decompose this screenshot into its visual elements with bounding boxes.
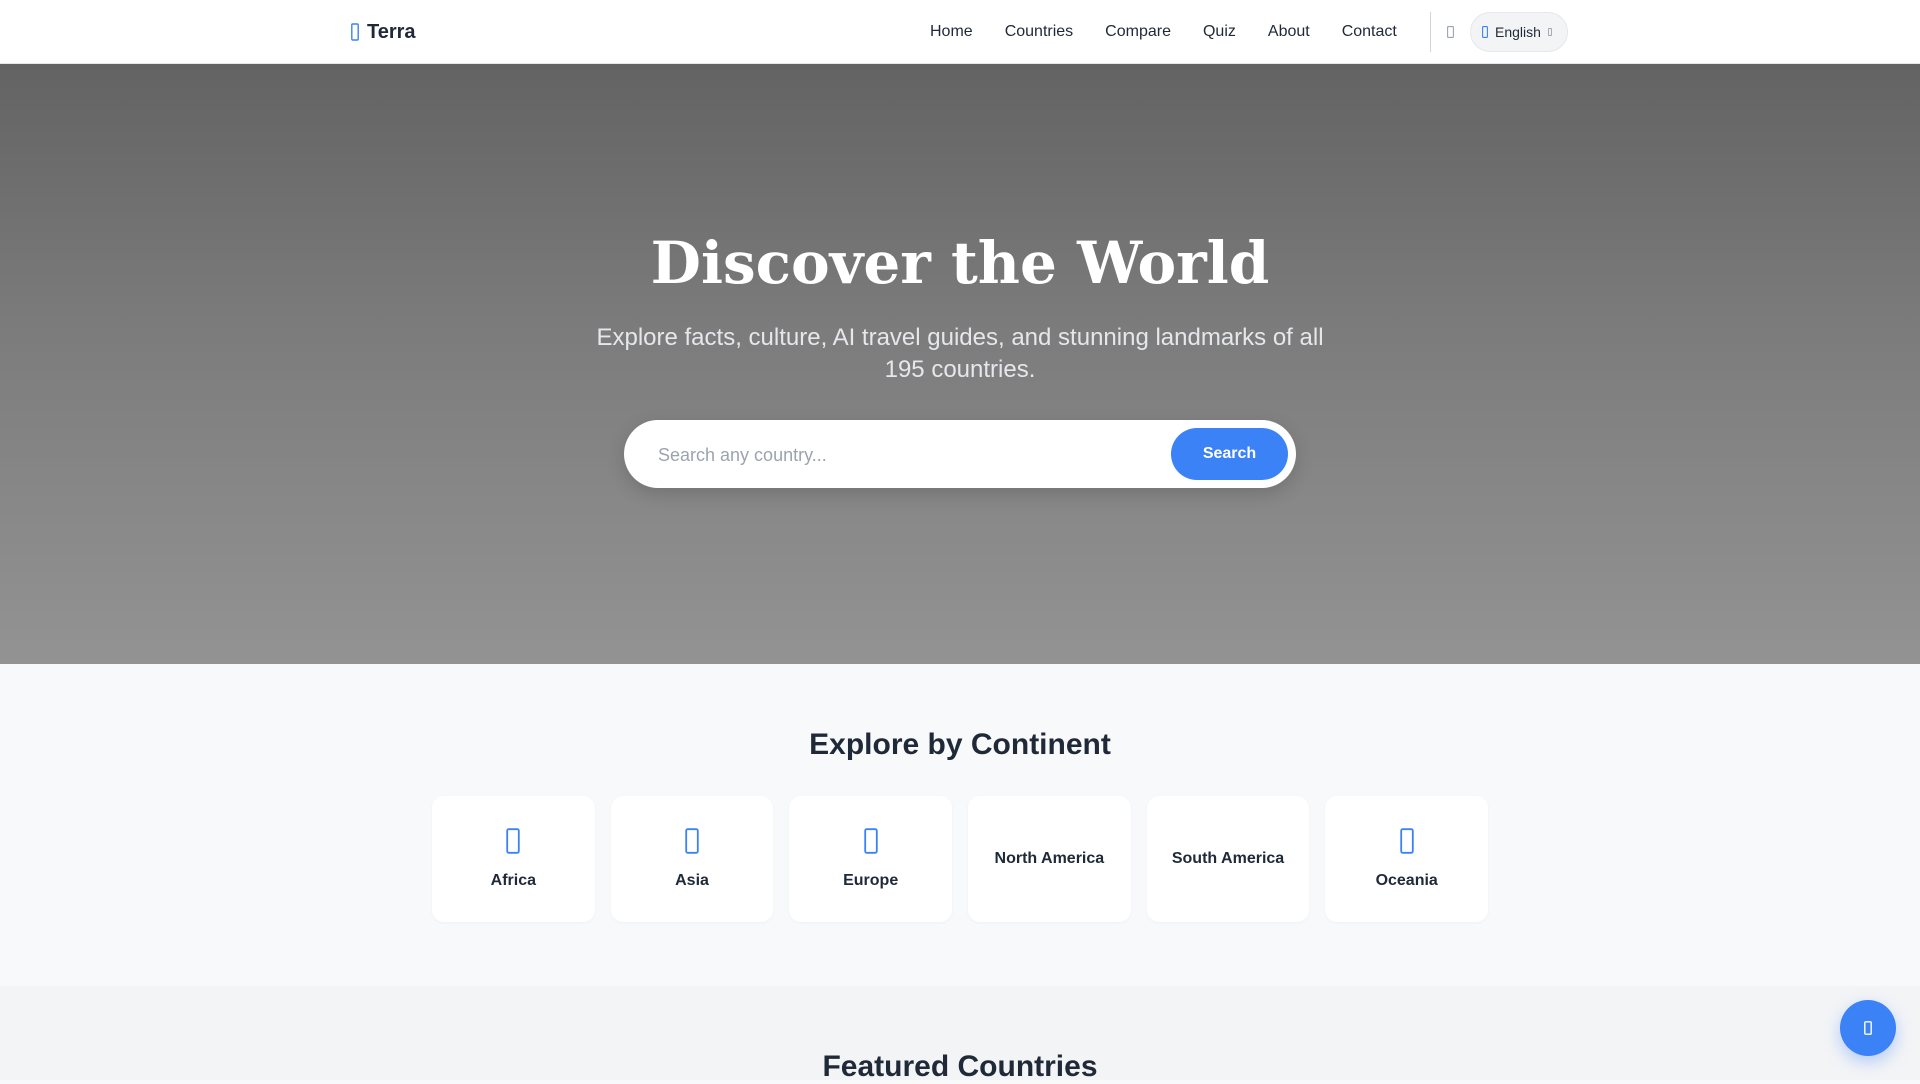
language-select[interactable]: English xyxy=(1470,12,1568,52)
brand-logo[interactable]: Terra xyxy=(351,20,416,44)
continent-card-south-america[interactable]: South America xyxy=(1146,796,1310,922)
continent-card-asia[interactable]: Asia xyxy=(610,796,774,922)
hero-subtitle: Explore facts, culture, AI travel guides… xyxy=(596,324,1324,383)
nav-divider xyxy=(1430,12,1431,52)
continent-label: Oceania xyxy=(1375,872,1438,889)
globe-icon xyxy=(506,828,521,854)
continent-label: North America xyxy=(994,850,1105,867)
nav-link-countries[interactable]: Countries xyxy=(1005,20,1073,44)
globe-icon xyxy=(1482,26,1488,38)
nav-link-contact[interactable]: Contact xyxy=(1342,20,1397,44)
featured-title: Featured Countries xyxy=(822,1050,1098,1083)
continent-label: Europe xyxy=(843,872,899,889)
continent-label: Africa xyxy=(490,872,537,889)
nav-link-home[interactable]: Home xyxy=(930,20,973,44)
continent-cards: Africa Asia Europe North America South A… xyxy=(432,796,1489,922)
continent-label: Asia xyxy=(675,872,709,889)
nav-link-about[interactable]: About xyxy=(1268,20,1310,44)
globe-icon xyxy=(863,828,878,854)
featured-section: Featured Countries xyxy=(0,986,1920,1083)
navbar: Terra Home Countries Compare Quiz About … xyxy=(0,0,1920,64)
chevron-down-icon xyxy=(1547,28,1552,36)
continents-title: Explore by Continent xyxy=(809,728,1111,761)
nav-link-compare[interactable]: Compare xyxy=(1105,20,1171,44)
search-button[interactable]: Search xyxy=(1171,428,1288,480)
continent-card-oceania[interactable]: Oceania xyxy=(1325,796,1489,922)
theme-toggle-button[interactable] xyxy=(1443,22,1457,42)
search-bar: Search xyxy=(624,420,1296,490)
continent-card-europe[interactable]: Europe xyxy=(789,796,953,922)
brand-name: Terra xyxy=(367,20,416,43)
continent-label: South America xyxy=(1171,850,1285,867)
globe-icon xyxy=(685,828,699,854)
continent-card-africa[interactable]: Africa xyxy=(432,796,595,922)
globe-icon xyxy=(1399,828,1414,854)
moon-icon xyxy=(1446,26,1454,38)
chat-fab-button[interactable] xyxy=(1840,1000,1896,1056)
hero-section: Discover the World Explore facts, cultur… xyxy=(0,64,1920,664)
search-input[interactable] xyxy=(656,420,1160,490)
language-label: English xyxy=(1495,24,1541,40)
chat-icon xyxy=(1864,1021,1872,1035)
hero-title: Discover the World xyxy=(650,229,1270,297)
globe-icon xyxy=(351,23,359,41)
continents-section: Explore by Continent Africa Asia Europe … xyxy=(0,664,1920,986)
continent-card-north-america[interactable]: North America xyxy=(968,796,1131,922)
nav-link-quiz[interactable]: Quiz xyxy=(1203,20,1236,44)
main-nav: Home Countries Compare Quiz About Contac… xyxy=(930,20,1397,44)
